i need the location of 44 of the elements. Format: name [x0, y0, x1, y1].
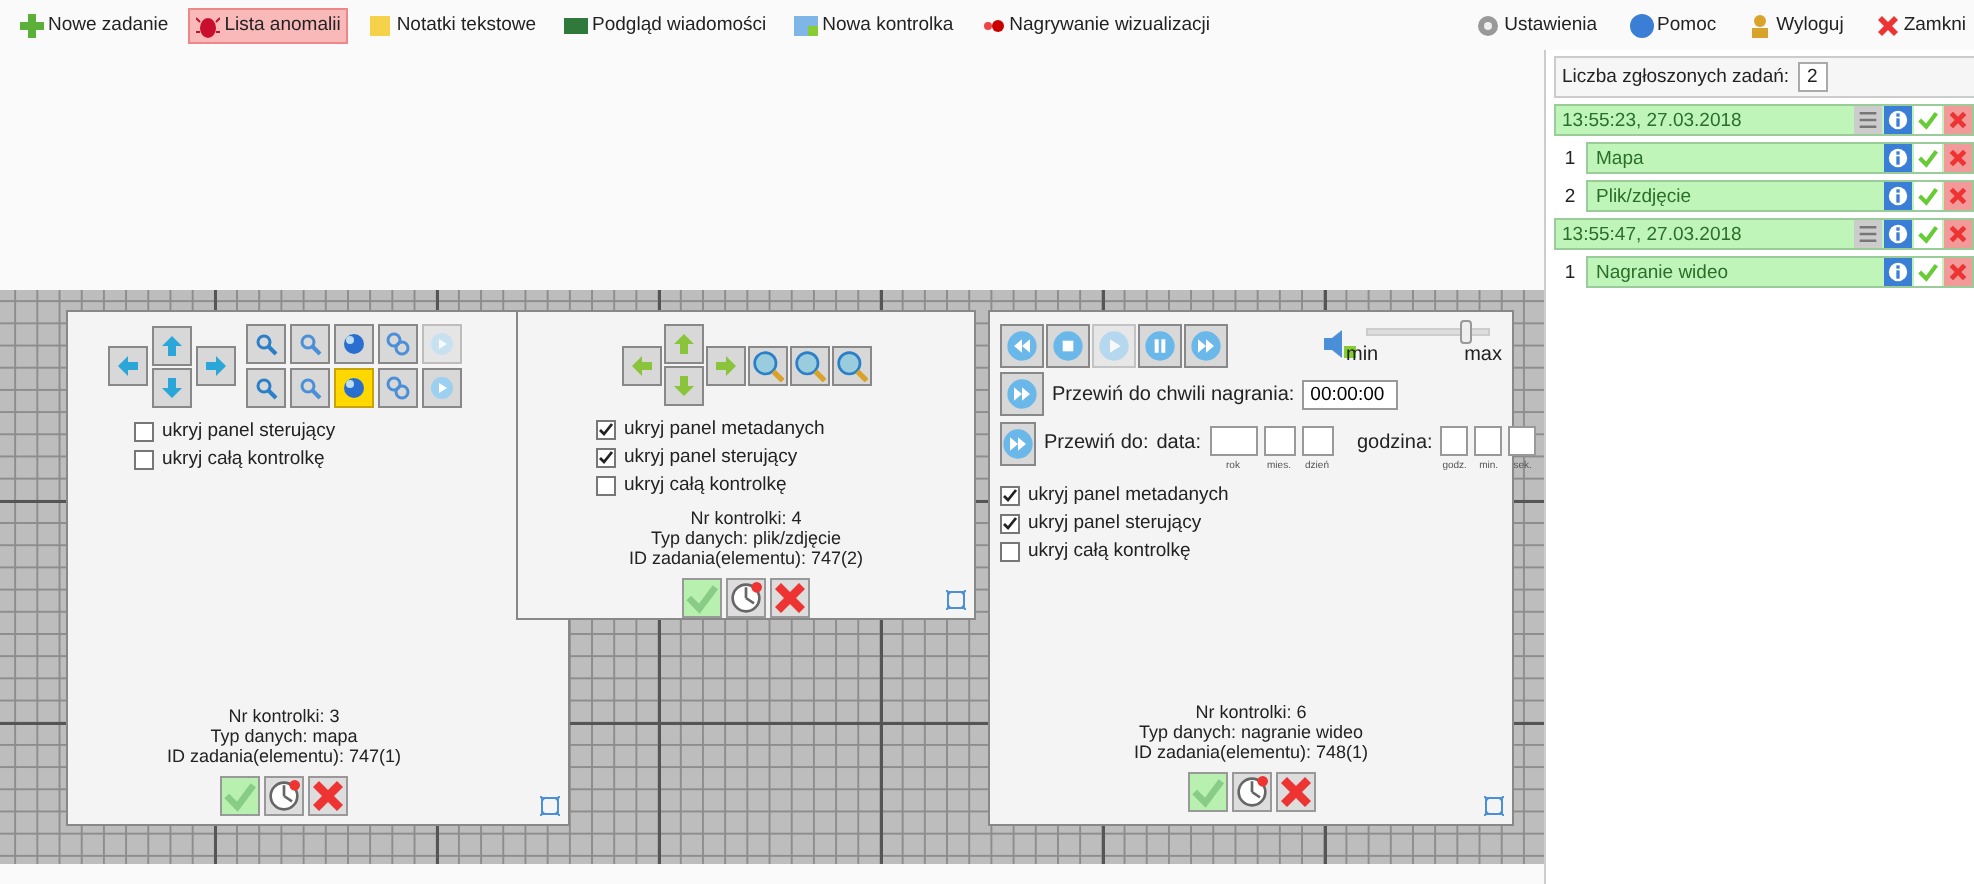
control-info: Nr kontrolki: 6	[1195, 702, 1307, 722]
control-info: Typ danych: mapa	[210, 726, 358, 746]
checkbox-label[interactable]: ukryj całą kontrolkę	[596, 474, 896, 496]
max-label: max	[1464, 343, 1502, 365]
checkbox-label[interactable]: ukryj panel metadanych	[596, 418, 896, 440]
item-number: 1	[1562, 147, 1578, 169]
toolbar-item[interactable]: Podgląd wiadomości	[556, 7, 775, 43]
checkbox-label[interactable]: ukryj całą kontrolkę	[1000, 540, 1229, 562]
task-header[interactable]: 13:55:23, 27.03.2018	[1554, 104, 1974, 136]
control-info: Typ danych: plik/zdjęcie	[650, 528, 842, 548]
toolbar-item[interactable]: Notatki tekstowe	[360, 7, 545, 43]
seek-label: Przewiń do chwili nagrania:	[1052, 383, 1295, 405]
control-info: Typ danych: nagranie wideo	[1138, 722, 1364, 742]
toolbar-item[interactable]: Nowe zadanie	[12, 7, 177, 43]
task-item[interactable]: Plik/zdjęcie	[1586, 180, 1974, 212]
checkbox-label[interactable]: ukryj panel sterujący	[134, 420, 434, 442]
control-info: Nr kontrolki: 3	[228, 706, 340, 726]
menu-link[interactable]: Ustawienia	[1468, 7, 1606, 43]
task-count-label: Liczba zgłoszonych zadań:	[1562, 66, 1790, 88]
menu-link[interactable]: Zamkni	[1867, 7, 1974, 43]
task-item[interactable]: Mapa	[1586, 142, 1974, 174]
toolbar-item[interactable]: Lista anomalii	[188, 7, 349, 43]
control-info: ID zadania(elementu): 747(1)	[166, 746, 402, 766]
date-label: data:	[1156, 432, 1201, 454]
task-header[interactable]: 13:55:47, 27.03.2018	[1554, 218, 1974, 250]
toolbar-item[interactable]: Nowa kontrolka	[786, 7, 962, 43]
toolbar-item[interactable]: Nagrywanie wizualizacji	[973, 7, 1218, 43]
control-info: Nr kontrolki: 4	[690, 508, 802, 528]
control-info: ID zadania(elementu): 747(2)	[628, 548, 864, 568]
task-item[interactable]: Nagranie wideo	[1586, 256, 1974, 288]
checkbox-label[interactable]: ukryj panel sterujący	[1000, 512, 1229, 534]
checkbox-label[interactable]: ukryj całą kontrolkę	[134, 448, 434, 470]
goto-label: Przewiń do:	[1044, 432, 1149, 454]
checkbox-label[interactable]: ukryj panel metadanych	[1000, 484, 1229, 506]
time-label: godzina:	[1357, 432, 1433, 454]
item-number: 2	[1562, 185, 1578, 207]
task-count: 2	[1797, 62, 1828, 92]
min-label: min	[1346, 343, 1379, 365]
checkbox-label[interactable]: ukryj panel sterujący	[596, 446, 896, 468]
control-info: ID zadania(elementu): 748(1)	[1133, 742, 1369, 762]
menu-link[interactable]: Pomoc	[1621, 7, 1725, 43]
item-number: 1	[1562, 261, 1578, 283]
seek-time-field[interactable]: 00:00:00	[1302, 379, 1399, 409]
menu-link[interactable]: Wyloguj	[1740, 7, 1852, 43]
